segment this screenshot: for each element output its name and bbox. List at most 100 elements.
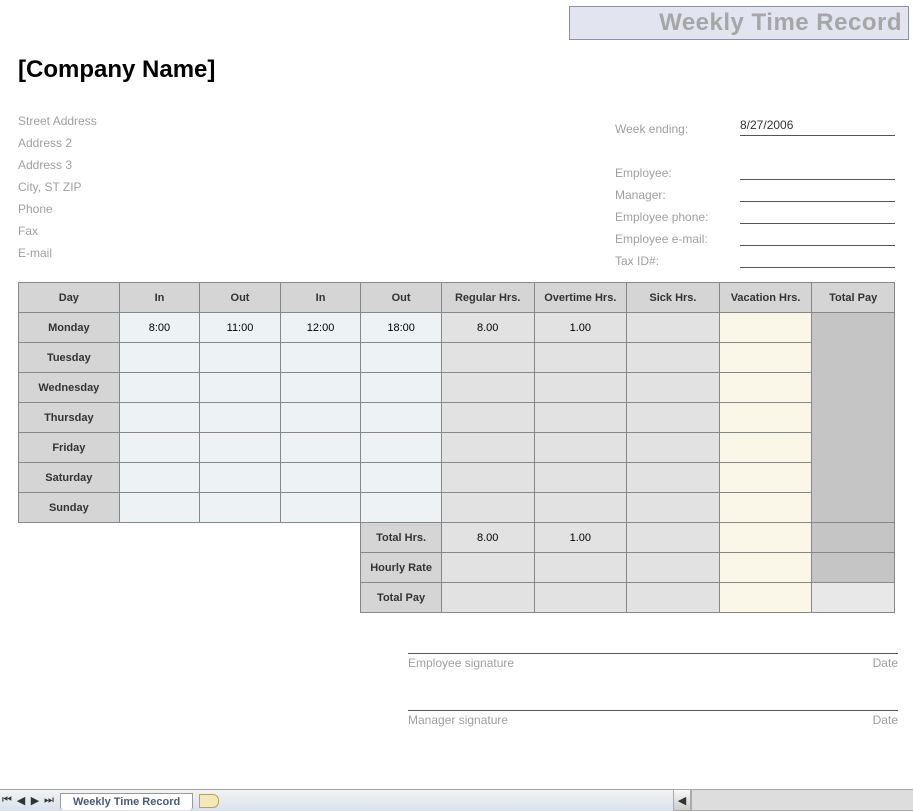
out1-cell[interactable] <box>200 493 281 523</box>
total-pay-regular[interactable] <box>441 583 534 613</box>
out1-cell[interactable] <box>200 373 281 403</box>
regular-cell[interactable] <box>441 373 534 403</box>
vacation-cell[interactable] <box>719 463 812 493</box>
out1-cell[interactable] <box>200 343 281 373</box>
employee-value[interactable] <box>740 162 895 180</box>
tax-id-value[interactable] <box>740 250 895 268</box>
overtime-cell[interactable] <box>534 433 627 463</box>
sheet-tab[interactable]: Weekly Time Record <box>60 793 193 810</box>
day-name[interactable]: Friday <box>19 433 120 463</box>
overtime-cell[interactable] <box>534 463 627 493</box>
phone[interactable]: Phone <box>18 202 97 224</box>
regular-cell[interactable] <box>441 433 534 463</box>
total-pay-overtime[interactable] <box>534 583 627 613</box>
sick-cell[interactable] <box>627 343 720 373</box>
in1-cell[interactable] <box>119 343 200 373</box>
vacation-cell[interactable] <box>719 433 812 463</box>
day-name[interactable]: Wednesday <box>19 373 120 403</box>
day-name[interactable]: Saturday <box>19 463 120 493</box>
in2-cell[interactable] <box>280 493 361 523</box>
day-name[interactable]: Thursday <box>19 403 120 433</box>
scroll-left-icon[interactable]: ◀ <box>673 789 691 811</box>
street-address[interactable]: Street Address <box>18 114 97 136</box>
in1-cell[interactable] <box>119 433 200 463</box>
sick-cell[interactable] <box>627 463 720 493</box>
first-sheet-icon[interactable]: ⏮ <box>0 792 14 810</box>
in2-cell[interactable] <box>280 433 361 463</box>
in1-cell[interactable] <box>119 373 200 403</box>
total-pay-sick[interactable] <box>627 583 720 613</box>
new-sheet-icon[interactable] <box>199 794 219 808</box>
out1-cell[interactable]: 11:00 <box>200 313 281 343</box>
total-hrs-vacation[interactable] <box>719 523 812 553</box>
manager-value[interactable] <box>740 184 895 202</box>
hourly-rate-vacation[interactable] <box>719 553 812 583</box>
total-hrs-overtime[interactable]: 1.00 <box>534 523 627 553</box>
out2-cell[interactable] <box>361 343 442 373</box>
out2-cell[interactable] <box>361 463 442 493</box>
in2-cell[interactable] <box>280 373 361 403</box>
sick-cell[interactable] <box>627 403 720 433</box>
hourly-rate-regular[interactable] <box>441 553 534 583</box>
in1-cell[interactable] <box>119 493 200 523</box>
overtime-cell[interactable] <box>534 493 627 523</box>
vacation-cell[interactable] <box>719 343 812 373</box>
in1-cell[interactable] <box>119 403 200 433</box>
in1-cell[interactable]: 8:00 <box>119 313 200 343</box>
in2-cell[interactable] <box>280 343 361 373</box>
in1-cell[interactable] <box>119 463 200 493</box>
out2-cell[interactable] <box>361 373 442 403</box>
address-3[interactable]: Address 3 <box>18 158 97 180</box>
in2-cell[interactable] <box>280 463 361 493</box>
out1-cell[interactable] <box>200 403 281 433</box>
company-name[interactable]: [Company Name] <box>18 56 895 84</box>
employee-email-value[interactable] <box>740 228 895 246</box>
out2-cell[interactable] <box>361 403 442 433</box>
sick-cell[interactable] <box>627 313 720 343</box>
day-name[interactable]: Sunday <box>19 493 120 523</box>
email[interactable]: E-mail <box>18 246 97 268</box>
week-ending-value[interactable]: 8/27/2006 <box>740 118 895 136</box>
out1-cell[interactable] <box>200 463 281 493</box>
overtime-cell[interactable] <box>534 373 627 403</box>
hourly-rate-sick[interactable] <box>627 553 720 583</box>
total-hrs-regular[interactable]: 8.00 <box>441 523 534 553</box>
employee-phone-value[interactable] <box>740 206 895 224</box>
overtime-cell[interactable] <box>534 403 627 433</box>
vacation-cell[interactable] <box>719 493 812 523</box>
table-row: Friday <box>19 433 895 463</box>
sick-cell[interactable] <box>627 373 720 403</box>
day-name[interactable]: Monday <box>19 313 120 343</box>
overtime-cell[interactable]: 1.00 <box>534 313 627 343</box>
total-hrs-sick[interactable] <box>627 523 720 553</box>
regular-cell[interactable]: 8.00 <box>441 313 534 343</box>
regular-cell[interactable] <box>441 343 534 373</box>
in2-cell[interactable]: 12:00 <box>280 313 361 343</box>
vacation-cell[interactable] <box>719 373 812 403</box>
sick-cell[interactable] <box>627 433 720 463</box>
fax[interactable]: Fax <box>18 224 97 246</box>
prev-sheet-icon[interactable]: ◀ <box>14 792 28 810</box>
regular-cell[interactable] <box>441 493 534 523</box>
regular-cell[interactable] <box>441 463 534 493</box>
vacation-cell[interactable] <box>719 313 812 343</box>
vacation-cell[interactable] <box>719 403 812 433</box>
sick-cell[interactable] <box>627 493 720 523</box>
last-sheet-icon[interactable]: ⏭ <box>42 792 56 810</box>
out2-cell[interactable] <box>361 433 442 463</box>
city-st-zip[interactable]: City, ST ZIP <box>18 180 97 202</box>
total-pay-grand[interactable] <box>812 583 895 613</box>
scroll-track[interactable] <box>691 789 913 811</box>
out1-cell[interactable] <box>200 433 281 463</box>
hourly-rate-overtime[interactable] <box>534 553 627 583</box>
overtime-cell[interactable] <box>534 343 627 373</box>
out2-cell[interactable] <box>361 493 442 523</box>
next-sheet-icon[interactable]: ▶ <box>28 792 42 810</box>
in2-cell[interactable] <box>280 403 361 433</box>
out2-cell[interactable]: 18:00 <box>361 313 442 343</box>
table-row: Thursday <box>19 403 895 433</box>
regular-cell[interactable] <box>441 403 534 433</box>
total-pay-vacation[interactable] <box>719 583 812 613</box>
address-2[interactable]: Address 2 <box>18 136 97 158</box>
day-name[interactable]: Tuesday <box>19 343 120 373</box>
